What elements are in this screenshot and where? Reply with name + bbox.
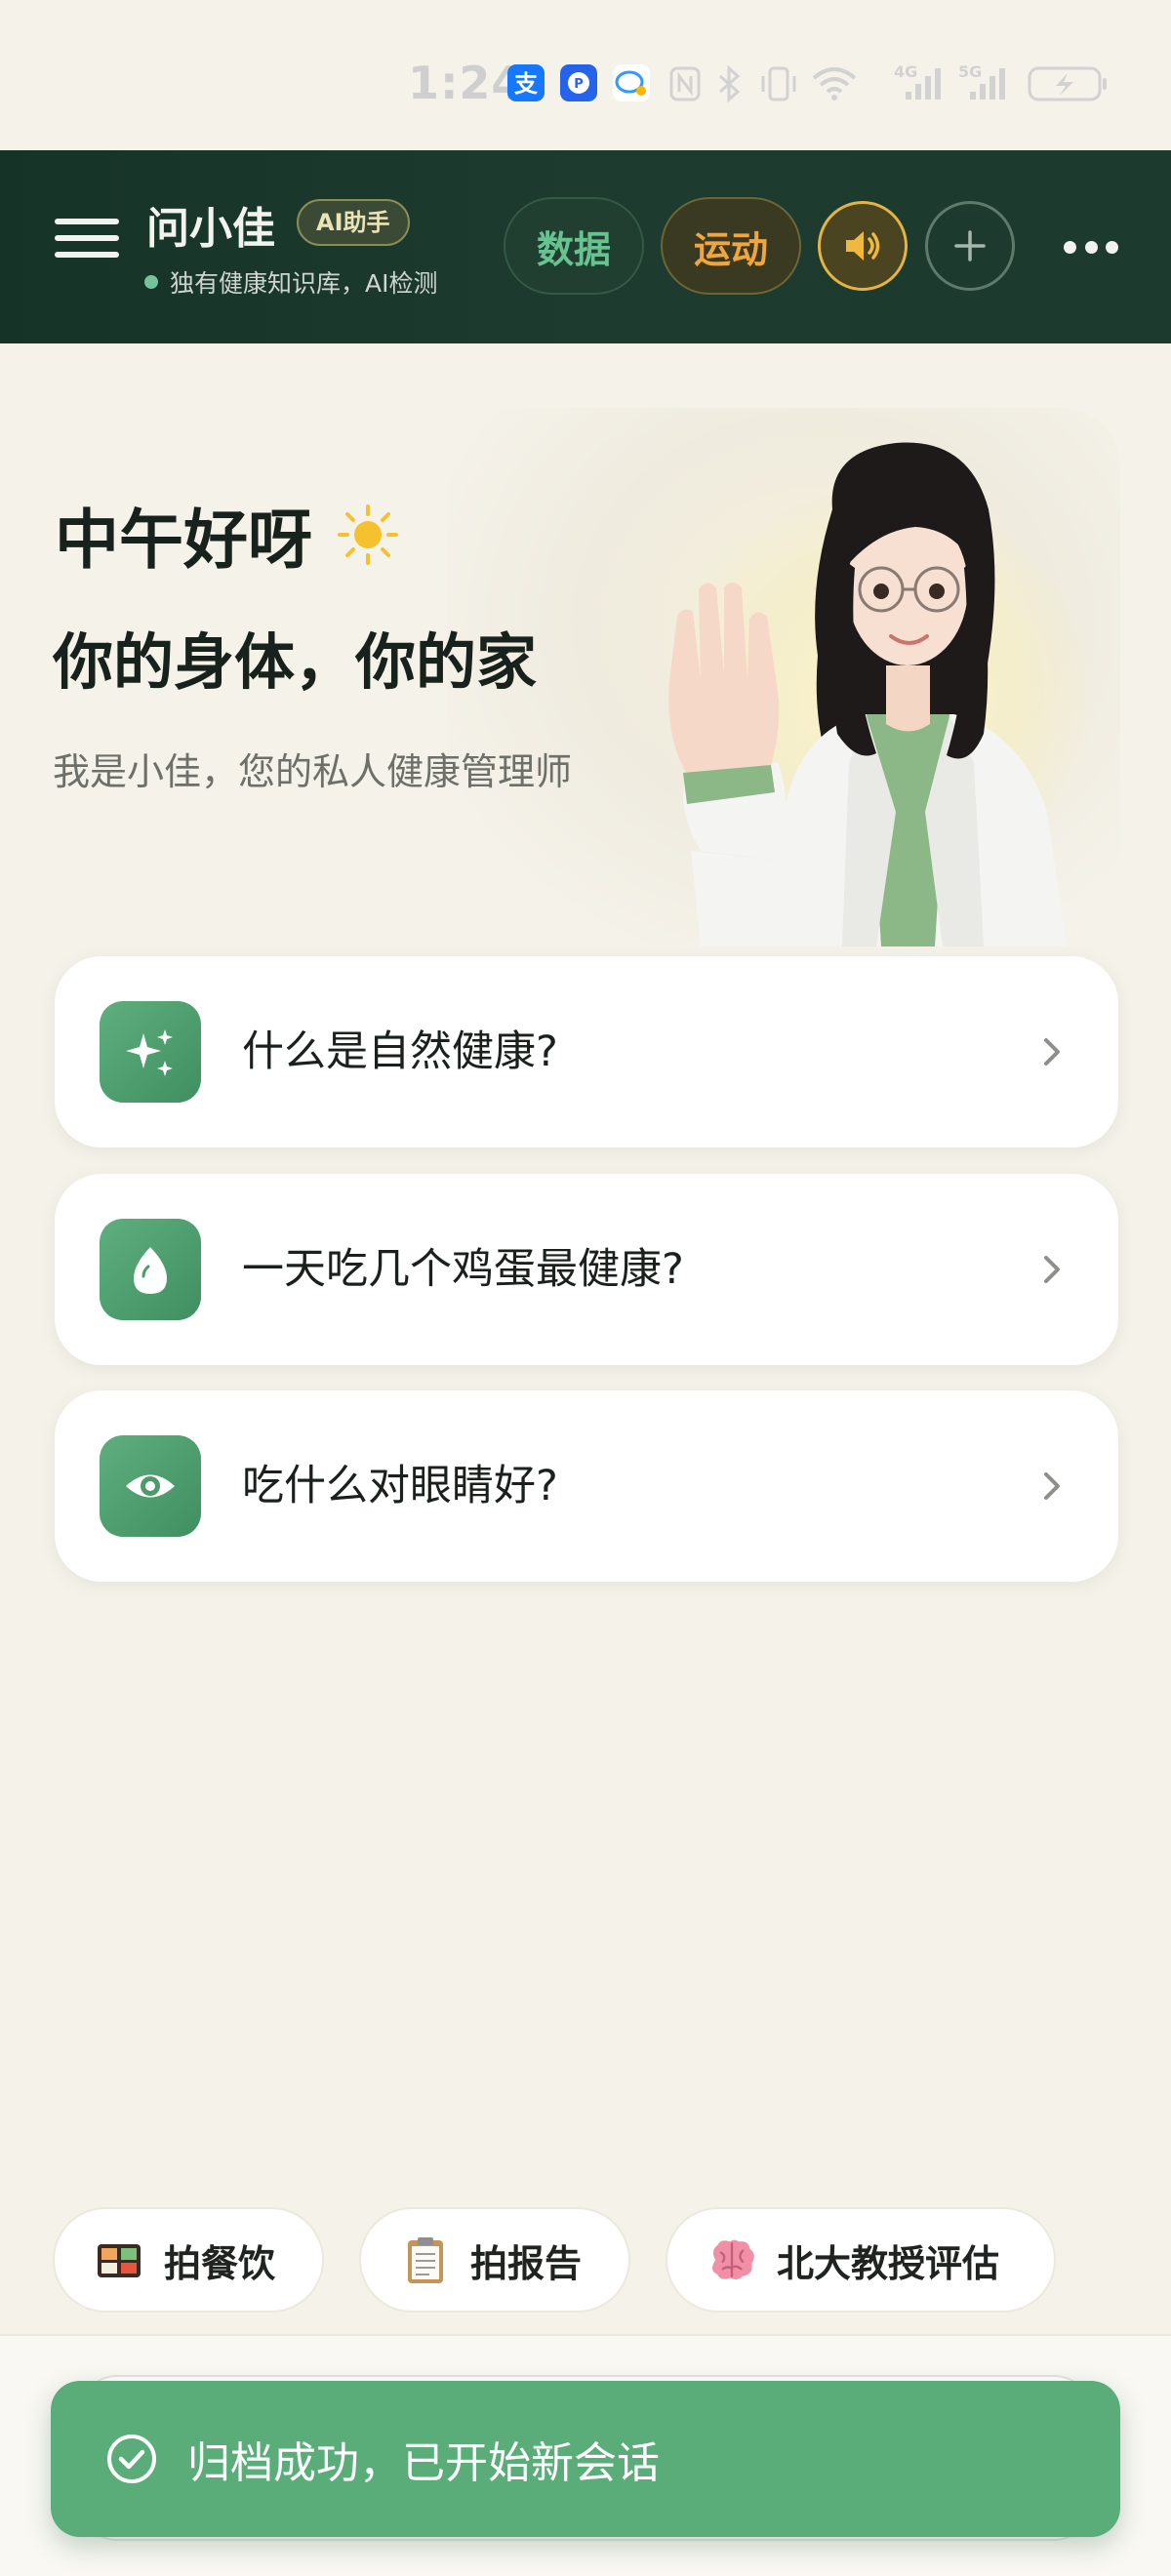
app-screen: 1:24 支 P 4G 5G 问小佳 AI助手 独有健康知识库，AI检测 数据 … [0, 0, 1171, 2576]
app-header: 问小佳 AI助手 独有健康知识库，AI检测 数据 运动 [0, 150, 1171, 343]
menu-icon [55, 219, 119, 224]
photo-report-button[interactable]: 拍报告 [359, 2207, 630, 2313]
toast-message: 归档成功，已开始新会话 [187, 2438, 660, 2488]
more-options-button[interactable] [1064, 236, 1118, 258]
svg-text:P: P [574, 77, 584, 92]
vibrate-icon [761, 66, 796, 101]
data-button[interactable]: 数据 [504, 197, 644, 295]
assistant-avatar [632, 441, 1120, 946]
hero-intro: 我是小佳，您的私人健康管理师 [53, 750, 573, 793]
sun-icon [338, 504, 398, 565]
new-chat-button[interactable] [925, 201, 1015, 291]
status-bar: 1:24 支 P 4G 5G [0, 0, 1171, 150]
chip-label: 北大教授评估 [777, 2241, 1000, 2285]
success-toast: 归档成功，已开始新会话 [51, 2381, 1120, 2537]
status-time: 1:24 [408, 57, 524, 109]
sound-toggle-button[interactable] [818, 201, 908, 291]
chip-label: 拍餐饮 [164, 2241, 276, 2285]
chevron-right-icon [1044, 1472, 1060, 1500]
chip-label: 拍报告 [470, 2241, 583, 2285]
hero-slogan: 你的身体，你的家 [53, 626, 538, 698]
assistant-title: 问小佳 [146, 204, 275, 254]
question-card-2[interactable]: 一天吃几个鸡蛋最健康? [55, 1174, 1118, 1365]
speaker-icon [846, 231, 880, 261]
bento-box-icon [94, 2234, 144, 2285]
alipay-icon: 支 [507, 64, 545, 101]
assistant-subtitle: 独有健康知识库，AI检测 [144, 265, 486, 299]
chevron-right-icon [1044, 1256, 1060, 1283]
egg-icon [100, 1219, 201, 1320]
more-dots-icon [1064, 240, 1076, 254]
question-card-3[interactable]: 吃什么对眼睛好? [55, 1390, 1118, 1582]
assistant-subtitle-text: 独有健康知识库，AI检测 [170, 269, 438, 298]
nfc-icon [669, 66, 701, 101]
eye-icon [100, 1435, 201, 1537]
wifi-icon [812, 67, 857, 101]
photo-meal-button[interactable]: 拍餐饮 [53, 2207, 324, 2313]
ai-assistant-badge: AI助手 [297, 199, 410, 246]
battery-icon [1028, 66, 1107, 101]
question-text: 吃什么对眼睛好? [242, 1462, 558, 1510]
clipboard-icon [400, 2234, 451, 2285]
brain-icon [707, 2234, 757, 2285]
chevron-right-icon [1044, 1038, 1060, 1066]
professor-assessment-button[interactable]: 北大教授评估 [666, 2207, 1056, 2313]
chat-app-icon [613, 64, 650, 101]
sparkles-icon [100, 1001, 201, 1103]
svg-text:支: 支 [514, 70, 539, 98]
question-text: 什么是自然健康? [242, 1027, 558, 1076]
check-circle-icon [107, 2435, 156, 2483]
app-p-icon: P [560, 64, 597, 101]
signal-5g-icon [970, 68, 1005, 100]
question-card-1[interactable]: 什么是自然健康? [55, 956, 1118, 1147]
menu-button[interactable] [55, 219, 119, 269]
bluetooth-icon [719, 64, 741, 103]
greeting-text: 中午好呀 [55, 503, 312, 578]
plus-icon [954, 230, 986, 262]
question-text: 一天吃几个鸡蛋最健康? [242, 1245, 684, 1294]
sport-button[interactable]: 运动 [661, 197, 801, 295]
online-dot-icon [144, 275, 158, 289]
greeting: 中午好呀 [55, 488, 400, 582]
signal-4g-icon [906, 68, 941, 100]
